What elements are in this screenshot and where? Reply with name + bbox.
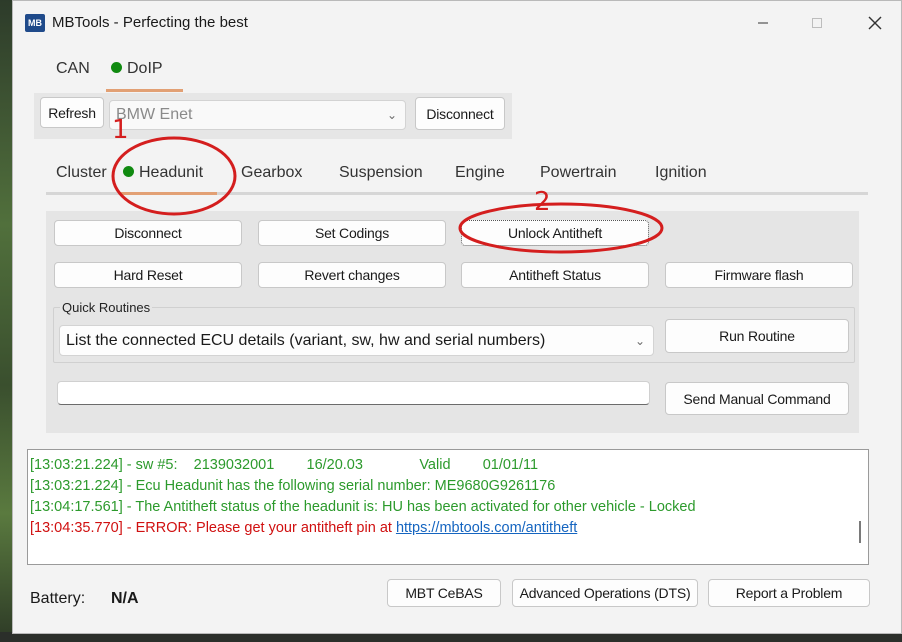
connected-status-icon: [123, 166, 134, 177]
disconnect-interface-button[interactable]: Disconnect: [415, 97, 505, 130]
desktop-background: [0, 0, 12, 642]
tab-doip-label: DoIP: [127, 60, 163, 77]
interface-select[interactable]: BMW Enet ⌄: [109, 100, 406, 130]
window-title: MBTools - Perfecting the best: [52, 14, 248, 31]
mbt-cebas-button[interactable]: MBT CeBAS: [387, 579, 501, 607]
title-bar: MB MBTools - Perfecting the best: [13, 1, 901, 45]
annotation-number-2: 2: [534, 187, 551, 217]
chevron-down-icon: ⌄: [634, 333, 645, 348]
log-line: [13:03:21.224] - Ecu Headunit has the fo…: [30, 478, 556, 494]
revert-changes-button[interactable]: Revert changes: [258, 262, 446, 288]
close-icon: [868, 16, 882, 30]
antitheft-status-button[interactable]: Antitheft Status: [461, 262, 649, 288]
tab-cluster[interactable]: Cluster: [56, 164, 107, 182]
hard-reset-button[interactable]: Hard Reset: [54, 262, 242, 288]
tab-suspension[interactable]: Suspension: [339, 164, 423, 182]
routine-select-value: List the connected ECU details (variant,…: [66, 331, 546, 349]
app-logo-icon: MB: [25, 14, 45, 32]
battery-value: N/A: [111, 590, 139, 607]
set-codings-button[interactable]: Set Codings: [258, 220, 446, 246]
quick-routines-label: Quick Routines: [60, 300, 153, 315]
tab-doip[interactable]: DoIP: [111, 59, 163, 83]
tab-headunit-label: Headunit: [139, 164, 204, 181]
firmware-flash-button[interactable]: Firmware flash: [665, 262, 853, 288]
tab-ignition[interactable]: Ignition: [655, 164, 707, 182]
tab-gearbox[interactable]: Gearbox: [241, 164, 302, 182]
close-button[interactable]: [855, 7, 895, 39]
tab-powertrain[interactable]: Powertrain: [540, 164, 616, 182]
tab-headunit[interactable]: Headunit: [123, 164, 203, 182]
log-scrollbar[interactable]: [859, 521, 861, 543]
app-window: MB MBTools - Perfecting the best CAN DoI…: [12, 0, 902, 634]
annotation-number-1: 1: [112, 115, 129, 145]
tab-can[interactable]: CAN: [56, 59, 90, 83]
send-manual-command-button[interactable]: Send Manual Command: [665, 382, 849, 415]
report-problem-button[interactable]: Report a Problem: [708, 579, 870, 607]
disconnect-button[interactable]: Disconnect: [54, 220, 242, 246]
log-line: [13:03:21.224] - sw #5: 2139032001 16/20…: [30, 457, 539, 473]
advanced-operations-button[interactable]: Advanced Operations (DTS): [512, 579, 698, 607]
log-line: [13:04:17.561] - The Antitheft status of…: [30, 499, 696, 515]
active-tab-indicator: [119, 192, 217, 195]
routine-select[interactable]: List the connected ECU details (variant,…: [59, 325, 654, 356]
maximize-button[interactable]: [797, 7, 837, 39]
log-output[interactable]: [13:03:21.224] - sw #5: 2139032001 16/20…: [27, 449, 869, 565]
chevron-down-icon: ⌄: [386, 108, 397, 122]
unlock-antitheft-button[interactable]: Unlock Antitheft: [461, 220, 649, 246]
minimize-button[interactable]: [743, 7, 783, 39]
antitheft-link[interactable]: https://mbtools.com/antitheft: [396, 520, 577, 536]
tab-engine[interactable]: Engine: [455, 164, 505, 182]
connected-status-icon: [111, 62, 122, 73]
battery-label: Battery:: [30, 590, 86, 607]
active-tab-indicator: [106, 89, 183, 92]
log-line-error: [13:04:35.770] - ERROR: Please get your …: [30, 518, 868, 539]
maximize-icon: [812, 18, 822, 28]
minimize-icon: [758, 22, 768, 24]
log-error-text: [13:04:35.770] - ERROR: Please get your …: [30, 520, 396, 536]
run-routine-button[interactable]: Run Routine: [665, 319, 849, 353]
refresh-button[interactable]: Refresh: [40, 97, 104, 128]
manual-command-input[interactable]: [57, 381, 650, 405]
